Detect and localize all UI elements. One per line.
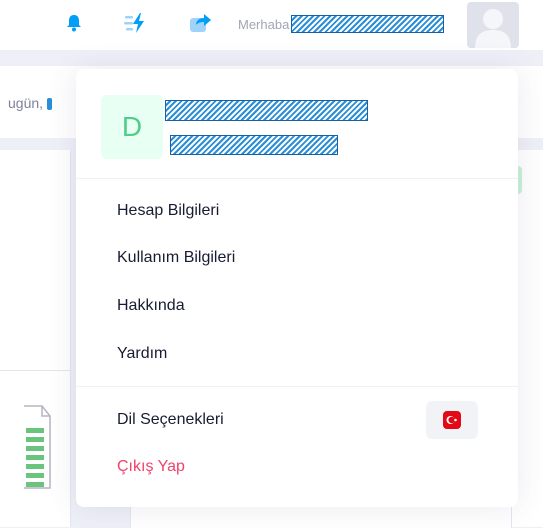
user-avatar-icon[interactable]	[467, 2, 519, 48]
menu-item-about[interactable]: Hakkında	[117, 297, 185, 315]
redacted-email	[170, 135, 338, 155]
user-dropdown-menu: D Hesap Bilgileri Kullanım Bilgileri Hak…	[76, 69, 518, 507]
turkey-flag-icon[interactable]	[426, 401, 478, 439]
menu-item-account-info[interactable]: Hesap Bilgileri	[117, 202, 219, 220]
greeting: Merhaba	[238, 15, 445, 33]
menu-avatar: D	[101, 95, 163, 159]
redacted-full-name	[165, 100, 368, 121]
menu-separator	[76, 386, 518, 387]
card-divider	[0, 370, 70, 371]
logout-link[interactable]: Çıkış Yap	[117, 458, 185, 476]
menu-item-help[interactable]: Yardım	[117, 345, 167, 363]
document-icon	[24, 405, 51, 489]
share-icon[interactable]	[187, 10, 213, 36]
subheader-marker	[47, 98, 53, 111]
flash-icon[interactable]	[123, 10, 149, 36]
subheader-text: ugün,	[8, 95, 53, 111]
menu-item-language[interactable]: Dil Seçenekleri	[117, 411, 224, 429]
redacted-username	[291, 15, 445, 33]
greeting-label: Merhaba	[238, 16, 290, 32]
bell-icon[interactable]	[61, 10, 87, 36]
subheader-label: ugün,	[8, 95, 44, 111]
menu-item-usage-info[interactable]: Kullanım Bilgileri	[117, 249, 235, 267]
top-bar: Merhaba	[0, 0, 543, 50]
menu-header: D	[76, 69, 518, 179]
